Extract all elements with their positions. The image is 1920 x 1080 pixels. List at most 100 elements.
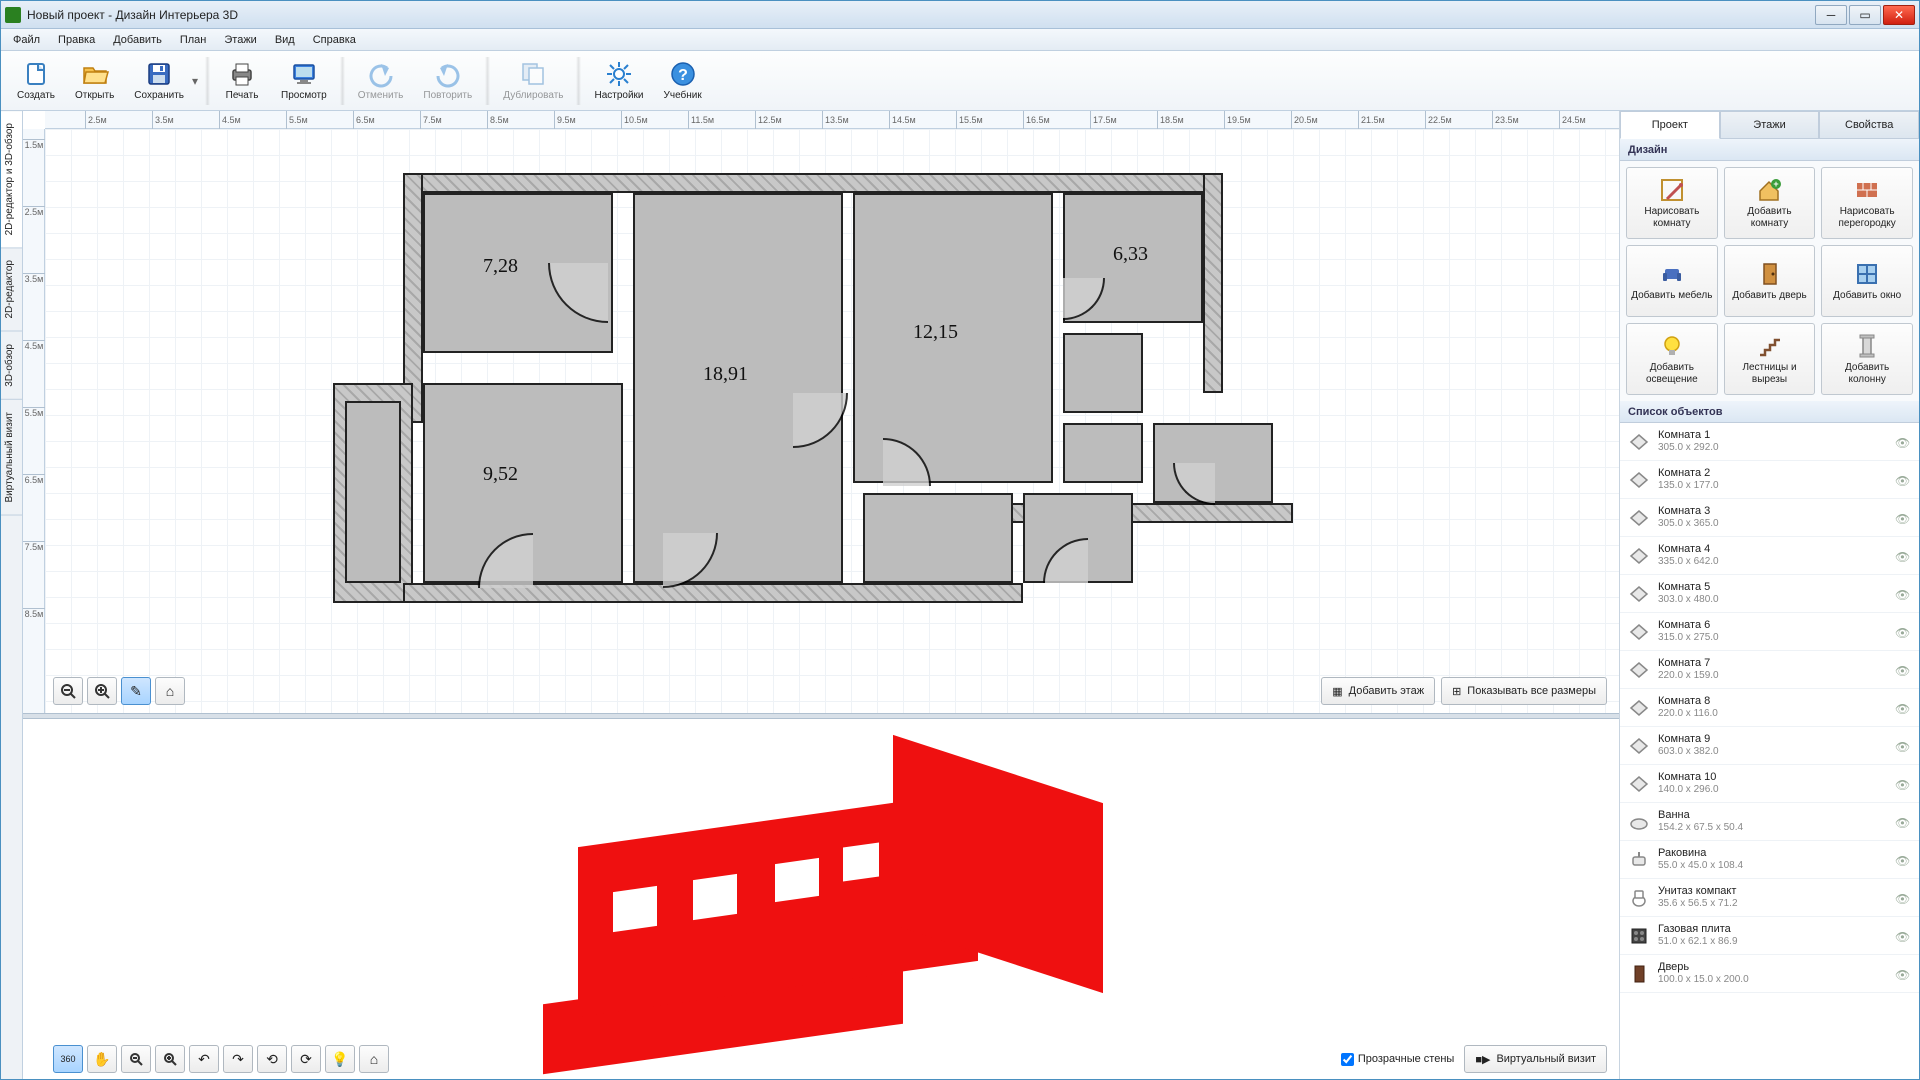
object-list[interactable]: Комната 1305.0 x 292.0👁Комната 2135.0 x … — [1620, 423, 1919, 1079]
visibility-eye-icon[interactable]: 👁 — [1895, 588, 1911, 600]
menu-Справка[interactable]: Справка — [305, 32, 364, 48]
visibility-eye-icon[interactable]: 👁 — [1895, 436, 1911, 448]
wall[interactable] — [1203, 173, 1223, 393]
preview-button[interactable]: Просмотр — [273, 58, 335, 103]
stairs-icon — [1756, 333, 1782, 359]
menu-Вид[interactable]: Вид — [267, 32, 303, 48]
view-tab-3[interactable]: Виртуальный визит — [1, 400, 22, 516]
view-tab-0[interactable]: 2D-редактор и 3D-обзор — [1, 111, 22, 248]
menu-Добавить[interactable]: Добавить — [105, 32, 170, 48]
room[interactable] — [345, 401, 401, 583]
orbit-360-button[interactable]: 360 — [53, 1045, 83, 1073]
visibility-eye-icon[interactable]: 👁 — [1895, 512, 1911, 524]
visibility-eye-icon[interactable]: 👁 — [1895, 816, 1911, 828]
light-toggle-button[interactable]: 💡 — [325, 1045, 355, 1073]
maximize-button[interactable]: ▭ — [1849, 5, 1881, 25]
visibility-eye-icon[interactable]: 👁 — [1895, 892, 1911, 904]
save-dropdown[interactable]: ▾ — [188, 68, 202, 94]
visibility-eye-icon[interactable]: 👁 — [1895, 968, 1911, 980]
home-view-3d-button[interactable]: ⌂ — [359, 1045, 389, 1073]
ruler-vertical: 1.5м2.5м3.5м4.5м5.5м6.5м7.5м8.5м — [23, 129, 45, 713]
tool-stairs[interactable]: Лестницы и вырезы — [1724, 323, 1816, 395]
view-tab-2[interactable]: 3D-обзор — [1, 332, 22, 400]
floor-plan[interactable]: 7,28 18,91 12,15 6,33 9,52 — [323, 163, 1253, 613]
new-button[interactable]: Создать — [9, 58, 63, 103]
tool-add-furniture[interactable]: Добавить мебель — [1626, 245, 1718, 317]
zoom-out-3d-button[interactable] — [121, 1045, 151, 1073]
tilt-up-button[interactable]: ⟲ — [257, 1045, 287, 1073]
object-row[interactable]: Комната 8220.0 x 116.0👁 — [1620, 689, 1919, 727]
menu-Этажи[interactable]: Этажи — [216, 32, 264, 48]
close-button[interactable]: ✕ — [1883, 5, 1915, 25]
room[interactable] — [633, 193, 843, 583]
visibility-eye-icon[interactable]: 👁 — [1895, 854, 1911, 866]
tool-add-window[interactable]: Добавить окно — [1821, 245, 1913, 317]
object-row[interactable]: Дверь100.0 x 15.0 x 200.0👁 — [1620, 955, 1919, 993]
tutorial-button[interactable]: ?Учебник — [656, 58, 710, 103]
visibility-eye-icon[interactable]: 👁 — [1895, 474, 1911, 486]
save-button[interactable]: Сохранить — [126, 58, 192, 103]
object-row[interactable]: Комната 10140.0 x 296.0👁 — [1620, 765, 1919, 803]
menu-Файл[interactable]: Файл — [5, 32, 48, 48]
object-row[interactable]: Раковина55.0 x 45.0 x 108.4👁 — [1620, 841, 1919, 879]
visibility-eye-icon[interactable]: 👁 — [1895, 702, 1911, 714]
visibility-eye-icon[interactable]: 👁 — [1895, 550, 1911, 562]
tool-draw-wall[interactable]: Нарисовать перегородку — [1821, 167, 1913, 239]
object-row[interactable]: Комната 4335.0 x 642.0👁 — [1620, 537, 1919, 575]
edit-tool-button[interactable]: ✎ — [121, 677, 151, 705]
object-row[interactable]: Унитаз компакт35.6 x 56.5 x 71.2👁 — [1620, 879, 1919, 917]
tool-add-column[interactable]: Добавить колонну — [1821, 323, 1913, 395]
zoom-out-button[interactable] — [53, 677, 83, 705]
object-row[interactable]: Комната 9603.0 x 382.0👁 — [1620, 727, 1919, 765]
app-icon — [5, 7, 21, 23]
tool-add-room[interactable]: +Добавить комнату — [1724, 167, 1816, 239]
tool-draw-room[interactable]: Нарисовать комнату — [1626, 167, 1718, 239]
add-floor-button[interactable]: ▦ Добавить этаж — [1321, 677, 1435, 705]
right-tab-Свойства[interactable]: Свойства — [1819, 111, 1919, 139]
home-view-button[interactable]: ⌂ — [155, 677, 185, 705]
room[interactable] — [1063, 423, 1143, 483]
settings-button[interactable]: Настройки — [586, 58, 651, 103]
room-icon — [1628, 621, 1650, 643]
wall[interactable] — [403, 173, 1223, 193]
tool-add-light[interactable]: Добавить освещение — [1626, 323, 1718, 395]
open-button[interactable]: Открыть — [67, 58, 122, 103]
object-row[interactable]: Комната 2135.0 x 177.0👁 — [1620, 461, 1919, 499]
tilt-down-button[interactable]: ⟳ — [291, 1045, 321, 1073]
rotate-left-button[interactable]: ↶ — [189, 1045, 219, 1073]
object-row[interactable]: Комната 1305.0 x 292.0👁 — [1620, 423, 1919, 461]
visibility-eye-icon[interactable]: 👁 — [1895, 664, 1911, 676]
pan-hand-button[interactable]: ✋ — [87, 1045, 117, 1073]
canvas-2d[interactable]: 2.5м3.5м4.5м5.5м6.5м7.5м8.5м9.5м10.5м11.… — [23, 111, 1619, 713]
object-row[interactable]: Ванна154.2 x 67.5 x 50.4👁 — [1620, 803, 1919, 841]
room[interactable] — [1063, 333, 1143, 413]
room[interactable] — [863, 493, 1013, 583]
object-row[interactable]: Газовая плита51.0 x 62.1 x 86.9👁 — [1620, 917, 1919, 955]
object-row[interactable]: Комната 3305.0 x 365.0👁 — [1620, 499, 1919, 537]
rotate-right-button[interactable]: ↷ — [223, 1045, 253, 1073]
visibility-eye-icon[interactable]: 👁 — [1895, 740, 1911, 752]
tool-add-door[interactable]: Добавить дверь — [1724, 245, 1816, 317]
right-tab-Проект[interactable]: Проект — [1620, 111, 1720, 139]
object-row[interactable]: Комната 6315.0 x 275.0👁 — [1620, 613, 1919, 651]
object-row[interactable]: Комната 5303.0 x 480.0👁 — [1620, 575, 1919, 613]
object-row[interactable]: Комната 7220.0 x 159.0👁 — [1620, 651, 1919, 689]
view-tab-1[interactable]: 2D-редактор — [1, 248, 22, 332]
menu-Правка[interactable]: Правка — [50, 32, 103, 48]
print-button[interactable]: Печать — [215, 58, 269, 103]
visibility-eye-icon[interactable]: 👁 — [1895, 930, 1911, 942]
transparent-walls-checkbox[interactable]: Прозрачные стены — [1341, 1053, 1454, 1066]
menu-План[interactable]: План — [172, 32, 215, 48]
add-column-icon — [1854, 333, 1880, 359]
show-dimensions-button[interactable]: ⊞ Показывать все размеры — [1441, 677, 1607, 705]
add-room-icon: + — [1756, 177, 1782, 203]
virtual-visit-button[interactable]: ■▶ Виртуальный визит — [1464, 1045, 1607, 1073]
transparent-walls-input[interactable] — [1341, 1053, 1354, 1066]
zoom-in-3d-button[interactable] — [155, 1045, 185, 1073]
canvas-3d[interactable]: 360 ✋ ↶ ↷ ⟲ ⟳ 💡 ⌂ Прозрачные стены — [23, 719, 1619, 1079]
zoom-in-button[interactable] — [87, 677, 117, 705]
minimize-button[interactable]: ─ — [1815, 5, 1847, 25]
visibility-eye-icon[interactable]: 👁 — [1895, 626, 1911, 638]
right-tab-Этажи[interactable]: Этажи — [1720, 111, 1820, 139]
visibility-eye-icon[interactable]: 👁 — [1895, 778, 1911, 790]
